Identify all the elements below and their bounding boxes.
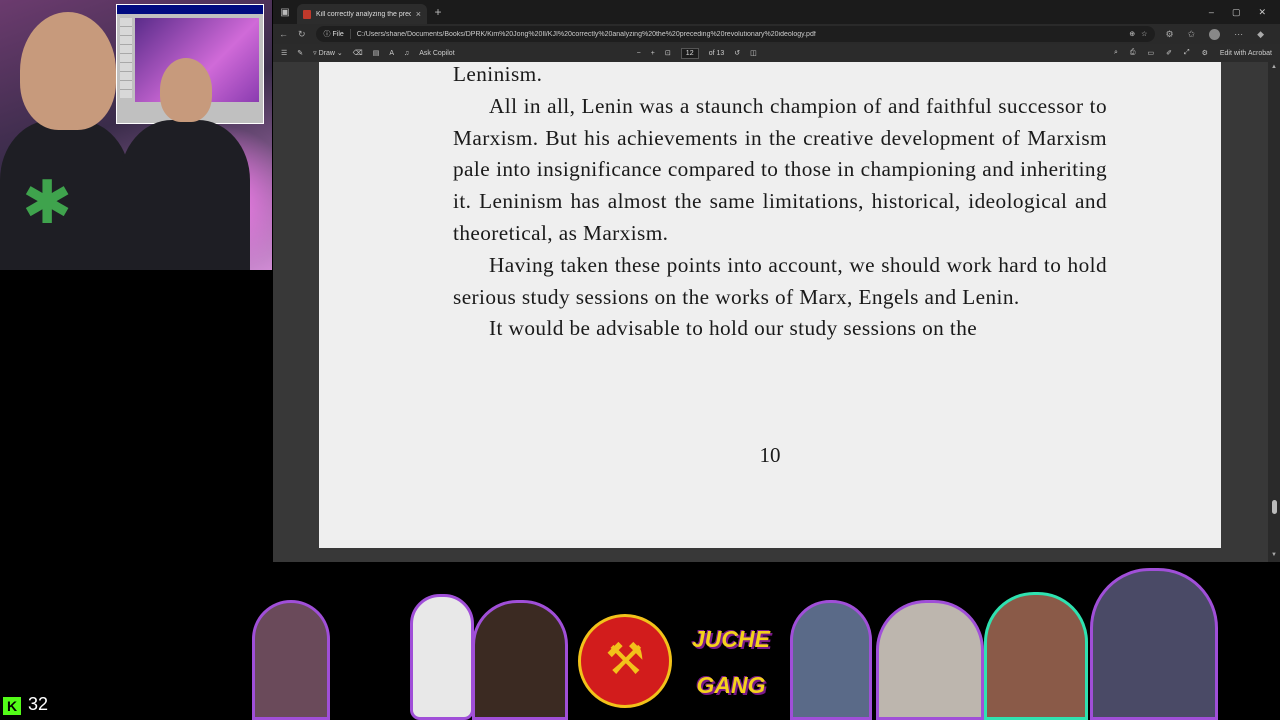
url-text[interactable]: C:/Users/shane/Documents/Books/DPRK/Kim%…	[357, 31, 1124, 38]
search-icon[interactable]: ⌕	[1114, 49, 1118, 57]
fullscreen-icon[interactable]: ⤢	[1184, 49, 1190, 57]
more-menu-icon[interactable]: ⋯	[1234, 29, 1243, 40]
save-as-icon[interactable]: ✐	[1166, 49, 1172, 57]
file-chip-label: File	[332, 31, 344, 38]
highlight-icon[interactable]: ✎	[297, 49, 303, 57]
zoom-in-button[interactable]: +	[651, 50, 655, 57]
tab-active[interactable]: Kill correctly analyzing the prece... ×	[297, 4, 427, 24]
tab-actions-icon[interactable]: ▣	[273, 0, 297, 24]
tab-close-icon[interactable]: ×	[416, 9, 421, 19]
save-icon[interactable]: ▭	[1147, 49, 1154, 57]
scroll-down-icon[interactable]: ▼	[1271, 552, 1277, 558]
ask-copilot-button[interactable]: Ask Copilot	[419, 50, 454, 57]
paragraph: Leninism.	[453, 62, 543, 86]
tab-bar: ▣ Kill correctly analyzing the prece... …	[273, 0, 1280, 24]
vertical-scrollbar[interactable]: ▲ ▼	[1268, 62, 1280, 562]
edit-with-acrobat-button[interactable]: Edit with Acrobat	[1220, 50, 1272, 57]
zoom-icon[interactable]: ⊕	[1129, 30, 1135, 38]
paint-titlebar	[117, 5, 263, 14]
sticker-goose	[410, 594, 474, 720]
favorite-icon[interactable]: ☆	[1141, 30, 1147, 38]
address-bar[interactable]: ⓘ File C:/Users/shane/Documents/Books/DP…	[315, 26, 1156, 42]
pdf-viewer[interactable]: Leninism. All in all, Lenin was a staunc…	[273, 62, 1280, 562]
sticker-leader	[790, 600, 872, 720]
juche-text: JUCHE	[692, 626, 770, 652]
pdf-file-icon	[303, 9, 311, 19]
file-chip[interactable]: ⓘ File	[324, 29, 351, 39]
profile-avatar[interactable]	[1209, 28, 1221, 40]
read-aloud-icon[interactable]: A	[389, 50, 394, 57]
sticker-portrait	[472, 600, 568, 720]
address-bar-row: ← ↻ ⓘ File C:/Users/shane/Documents/Book…	[273, 24, 1280, 44]
new-tab-button[interactable]: +	[427, 5, 449, 19]
kick-logo-icon: K	[3, 697, 21, 715]
fit-page-icon[interactable]: ⊡	[665, 49, 671, 57]
print-icon[interactable]: ⎙	[1130, 49, 1136, 57]
sticker-lenin	[1090, 568, 1218, 720]
paragraph: Having taken these points into account, …	[453, 252, 1107, 309]
paragraph: All in all, Lenin was a staunch champion…	[453, 93, 1107, 245]
refresh-icon[interactable]: ↻	[298, 29, 306, 40]
back-icon[interactable]: ←	[279, 29, 288, 39]
sidebar-toggle-icon[interactable]: ☰	[281, 49, 287, 57]
copilot-icon[interactable]: ◆	[1257, 29, 1264, 40]
person-left-face	[20, 12, 116, 130]
rotate-icon[interactable]: ↺	[734, 49, 740, 57]
viewer-count: 32	[28, 694, 49, 714]
immersive-reader-icon[interactable]: ♫	[404, 50, 409, 57]
extensions-icon[interactable]: ⚙	[1165, 29, 1173, 40]
page-number: 10	[759, 443, 781, 467]
sticker-woman	[984, 592, 1088, 720]
window-controls: – ▢ ✕	[1209, 7, 1280, 18]
webcam-overlay: ✱	[0, 0, 272, 270]
paragraph: It would be advisable to hold our study …	[489, 316, 978, 341]
person-right-face	[160, 58, 212, 122]
paint-toolbox	[120, 18, 132, 98]
person-right-body	[120, 120, 250, 270]
draw-button[interactable]: ▿ Draw ⌄	[313, 49, 343, 57]
pdf-page: Leninism. All in all, Lenin was a staunc…	[319, 62, 1221, 548]
close-window-button[interactable]: ✕	[1258, 7, 1266, 18]
party-emblem-icon: ⚒	[578, 614, 672, 708]
scroll-thumb[interactable]	[1272, 500, 1277, 514]
cannabis-leaf-icon: ✱	[22, 169, 73, 236]
favorites-bar-icon[interactable]: ✩	[1188, 29, 1196, 40]
tab-title: Kill correctly analyzing the prece...	[316, 10, 411, 18]
browser-window: ▣ Kill correctly analyzing the prece... …	[273, 0, 1280, 562]
sticker-che	[252, 600, 330, 720]
zoom-out-button[interactable]: −	[637, 50, 641, 57]
scroll-up-icon[interactable]: ▲	[1271, 64, 1277, 70]
gang-text: GANG	[696, 672, 766, 698]
page-total: of 13	[708, 49, 725, 57]
minimize-button[interactable]: –	[1209, 7, 1214, 18]
pdf-toolbar: ☰ ✎ ▿ Draw ⌄ ⌫ ▤ A ♫ Ask Copilot − + ⊡ 1…	[273, 44, 1280, 62]
page-text: Leninism. All in all, Lenin was a staunc…	[453, 62, 1107, 345]
draw-label: Draw	[318, 50, 335, 57]
juche-gang-logo: JUCHE GANG	[683, 616, 779, 708]
maximize-button[interactable]: ▢	[1232, 7, 1241, 18]
page-view-icon[interactable]: ▤	[373, 49, 380, 57]
sticker-cat	[876, 600, 984, 720]
page-number-input[interactable]: 12	[680, 47, 699, 59]
two-page-icon[interactable]: ◫	[750, 49, 757, 57]
settings-icon[interactable]: ⚙	[1202, 49, 1208, 57]
eraser-icon[interactable]: ⌫	[353, 49, 363, 57]
browser-actions: ⚙ ✩ ⋯ ◆	[1165, 28, 1274, 40]
